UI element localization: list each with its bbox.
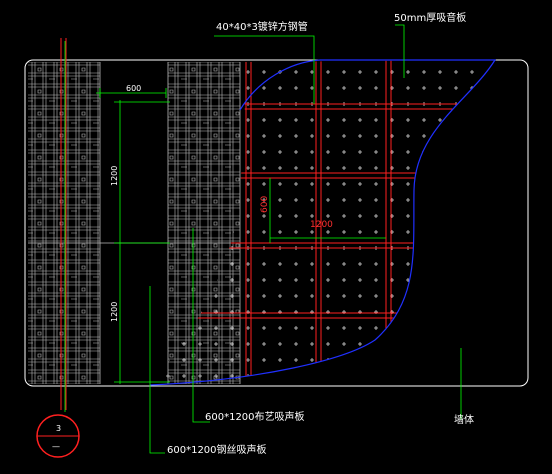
label-board-50mm: 50mm厚吸音板 — [394, 11, 466, 24]
dim-grid-h: 1200 — [310, 220, 333, 230]
woven-strip-left — [28, 62, 100, 384]
label-steel-tube: 40*40*3镀锌方钢管 — [216, 20, 308, 33]
label-panel-a: 600*1200布艺吸声板 — [205, 410, 305, 423]
label-wall: 墙体 — [454, 413, 474, 426]
dim-height-lower: 1200 — [110, 302, 119, 322]
dim-grid-v: 600 — [260, 196, 270, 213]
cad-drawing: 600 1200 1200 1200 600 40*40*3镀锌方钢管 50mm… — [24, 11, 529, 458]
dim-top-width: 600 — [126, 84, 141, 93]
label-panel-b: 600*1200钢丝吸声板 — [167, 443, 267, 456]
section-marker: 3 — — [36, 414, 80, 458]
section-sub: — — [52, 442, 60, 451]
section-number: 3 — [56, 424, 61, 433]
dim-height-upper: 1200 — [110, 166, 119, 186]
